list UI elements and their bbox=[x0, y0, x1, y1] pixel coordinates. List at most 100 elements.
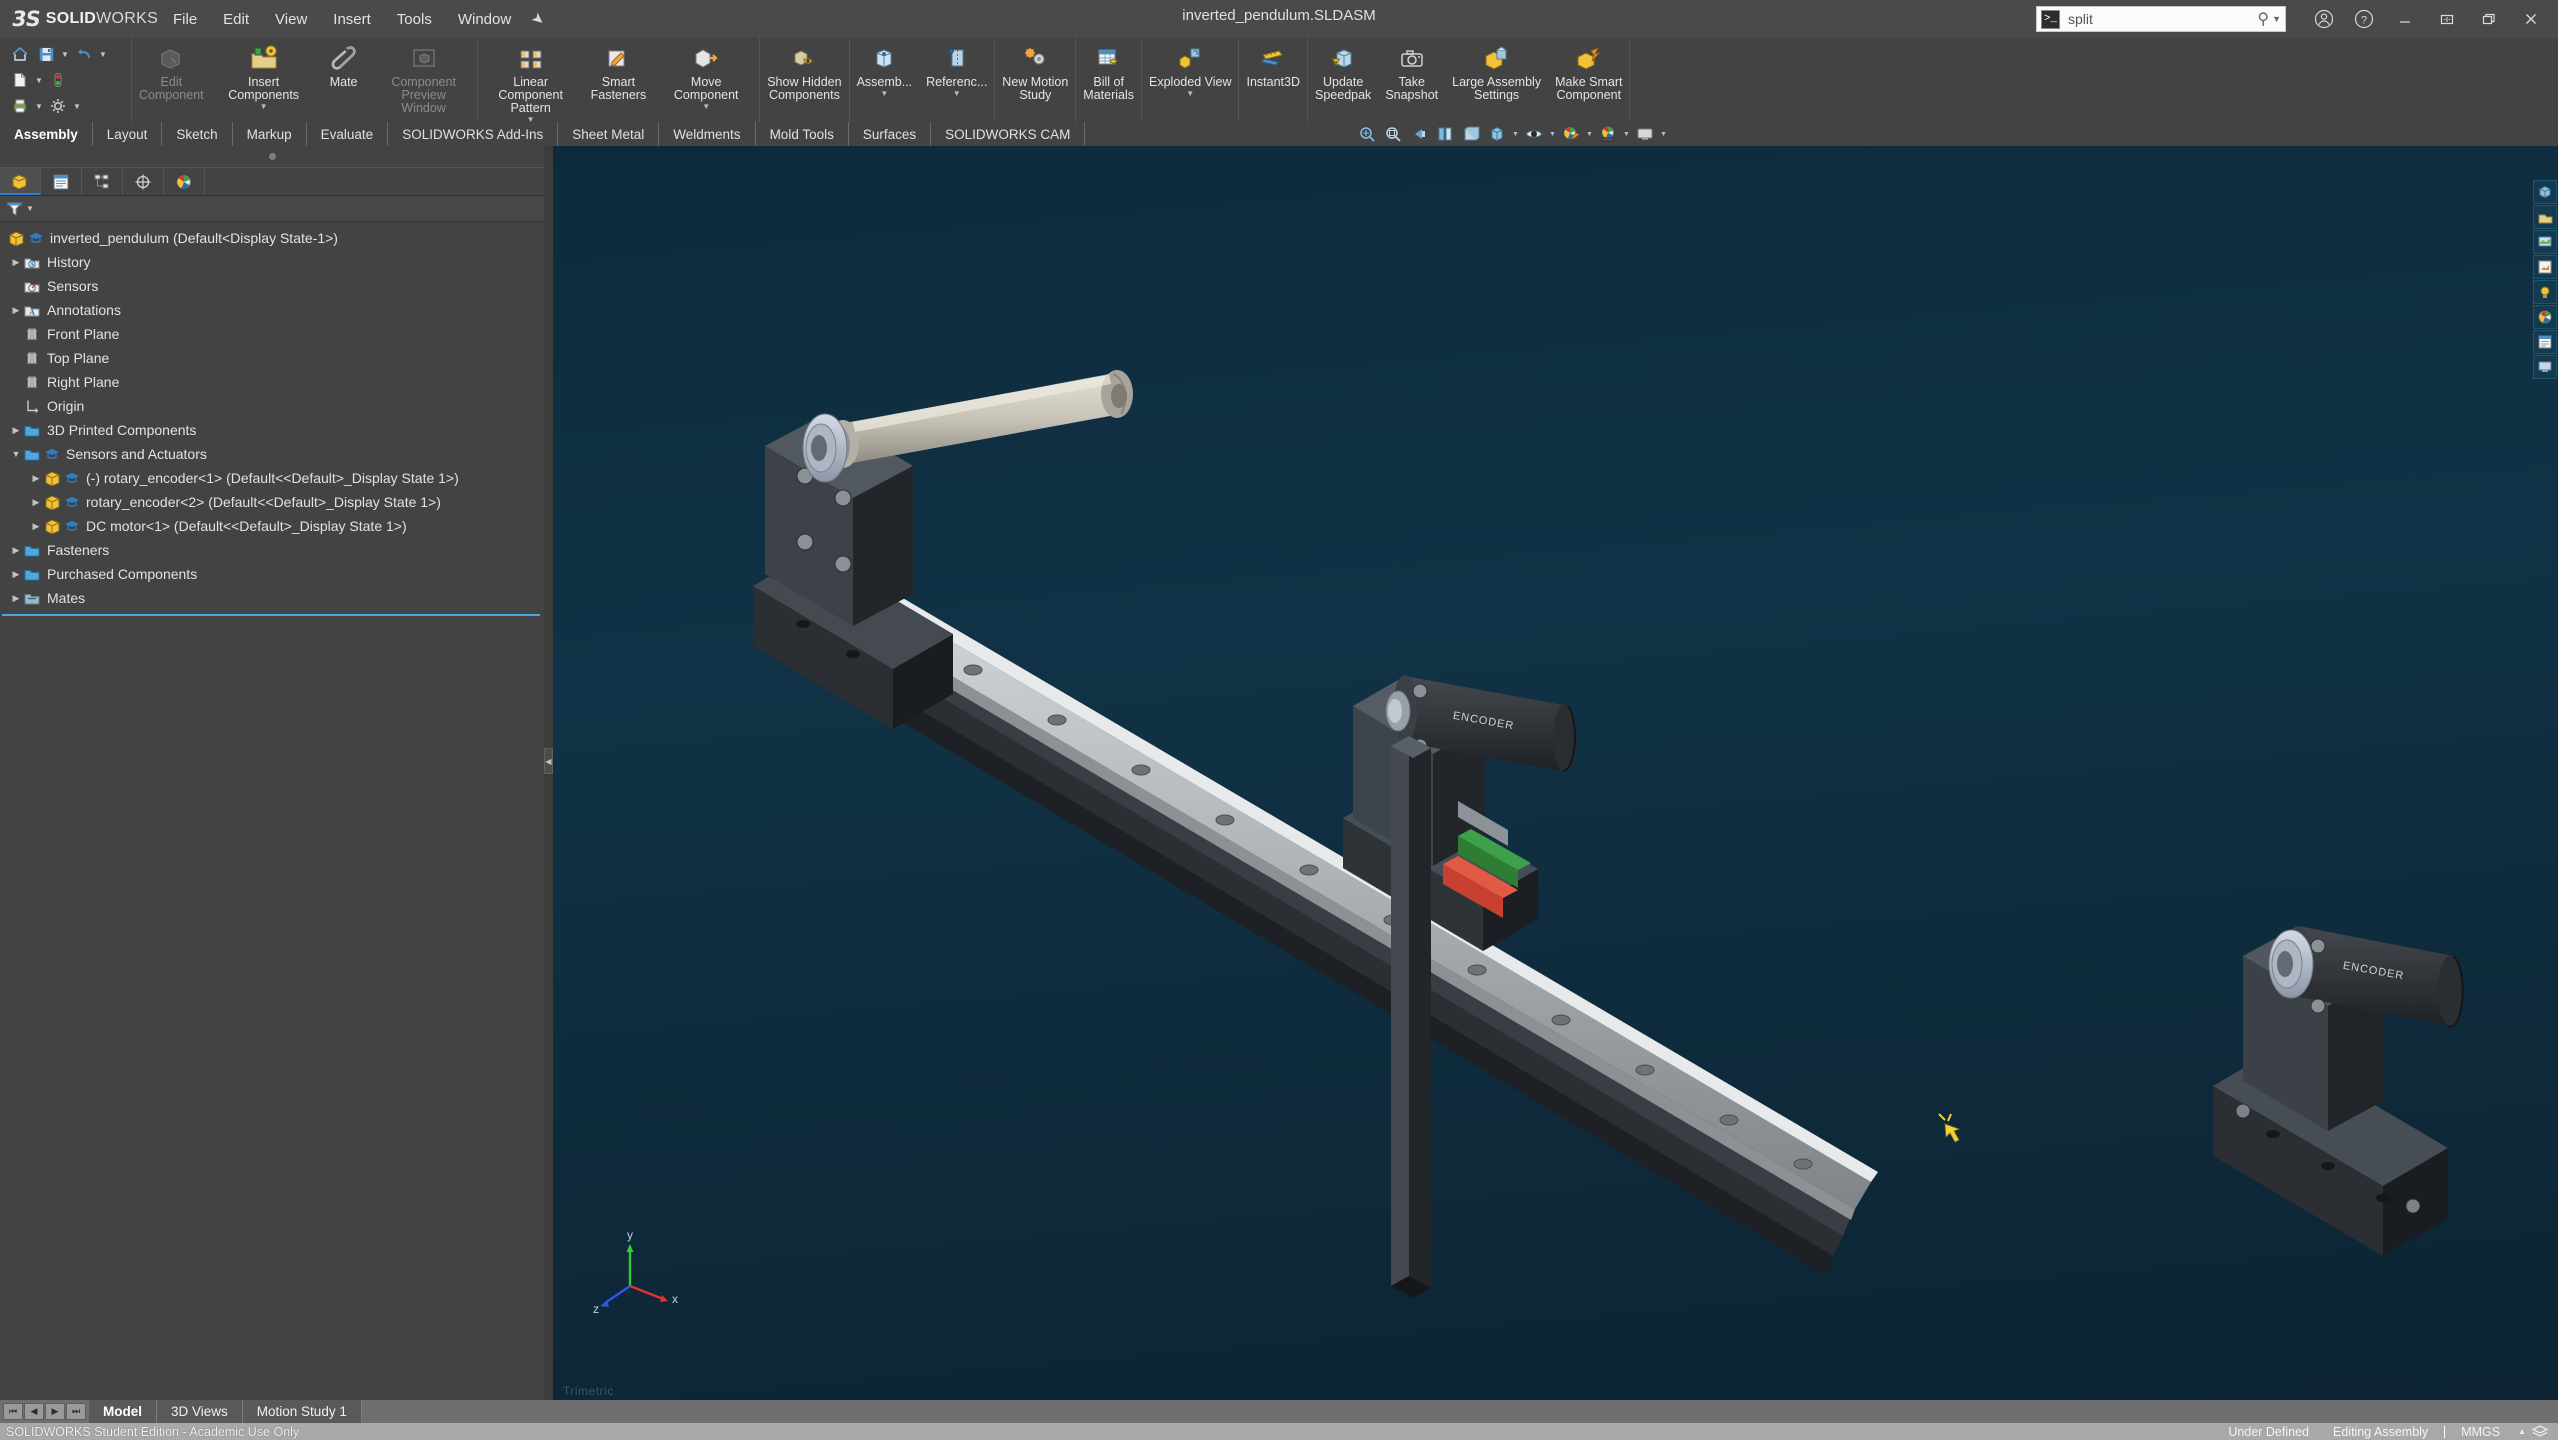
menu-view[interactable]: View bbox=[262, 7, 320, 32]
edit-component-button[interactable]: Edit Component bbox=[132, 40, 211, 102]
property-manager-tab[interactable] bbox=[41, 168, 82, 195]
options-dropdown-caret[interactable]: ▼ bbox=[72, 102, 82, 111]
bottom-tab-3d-views[interactable]: 3D Views bbox=[157, 1400, 243, 1423]
search-box[interactable]: >_ ⚲ ▼ bbox=[2036, 6, 2286, 32]
graphics-area[interactable]: ENCODER ENCODER y x z Trimetric bbox=[553, 146, 2558, 1400]
previous-tab-button[interactable]: ◀ bbox=[24, 1403, 44, 1420]
tab-mold-tools[interactable]: Mold Tools bbox=[756, 122, 849, 146]
reference-geometry-button[interactable]: Referenc... ▼ bbox=[919, 40, 994, 98]
search-icon[interactable]: ⚲ bbox=[2257, 9, 2269, 29]
tab-sheet-metal[interactable]: Sheet Metal bbox=[558, 122, 660, 146]
tree-item-top-plane[interactable]: ▶ Top Plane bbox=[0, 346, 544, 370]
filter-dropdown-caret[interactable]: ▼ bbox=[26, 204, 34, 213]
search-input[interactable] bbox=[2060, 11, 2258, 27]
appearances-rail-icon[interactable] bbox=[2533, 205, 2557, 229]
last-tab-button[interactable]: ⏭ bbox=[66, 1403, 86, 1420]
filter-icon[interactable] bbox=[6, 201, 23, 217]
move-component-caret[interactable]: ▼ bbox=[702, 103, 710, 111]
configuration-manager-tab[interactable] bbox=[82, 168, 123, 195]
tab-solidworks-cam[interactable]: SOLIDWORKS CAM bbox=[931, 122, 1086, 146]
options-button[interactable] bbox=[46, 95, 70, 118]
first-tab-button[interactable]: ⏮ bbox=[3, 1403, 23, 1420]
assembly-features-button[interactable]: Assemb... ▼ bbox=[850, 40, 920, 98]
bill-of-materials-button[interactable]: Bill of Materials bbox=[1076, 40, 1141, 102]
smart-fasteners-button[interactable]: Smart Fasteners bbox=[584, 40, 654, 102]
overlay-icon[interactable] bbox=[2532, 1424, 2552, 1439]
new-motion-study-button[interactable]: New Motion Study bbox=[995, 40, 1075, 102]
display-manager-tab[interactable] bbox=[164, 168, 205, 195]
rebuild-button[interactable] bbox=[46, 69, 70, 92]
display-style-icon[interactable] bbox=[1485, 123, 1509, 145]
insert-components-caret[interactable]: ▼ bbox=[260, 103, 268, 111]
panel-collapse-handle[interactable] bbox=[0, 146, 544, 168]
section-view-icon[interactable] bbox=[1433, 123, 1457, 145]
chevron-right-icon[interactable]: ▶ bbox=[8, 545, 24, 556]
tab-sketch[interactable]: Sketch bbox=[162, 122, 233, 146]
exploded-view-caret[interactable]: ▼ bbox=[1186, 90, 1194, 98]
tree-item-sensors-and-actuators[interactable]: ▼ Sensors and Actuators bbox=[0, 442, 544, 466]
tab-layout[interactable]: Layout bbox=[93, 122, 163, 146]
view-settings-icon[interactable] bbox=[1633, 123, 1657, 145]
edit-appearance-caret[interactable]: ▼ bbox=[1585, 131, 1594, 138]
tab-surfaces[interactable]: Surfaces bbox=[849, 122, 932, 146]
print-button[interactable] bbox=[8, 95, 32, 118]
show-hidden-components-button[interactable]: Show Hidden Components bbox=[760, 40, 848, 102]
chevron-up-icon[interactable]: ▲ bbox=[2512, 1427, 2532, 1436]
dimxpert-manager-tab[interactable] bbox=[123, 168, 164, 195]
custom-view-rail-icon[interactable] bbox=[2533, 355, 2557, 379]
menu-tools[interactable]: Tools bbox=[384, 7, 445, 32]
panel-splitter-handle[interactable]: ◀ bbox=[544, 748, 553, 774]
save-button[interactable] bbox=[34, 43, 58, 66]
chevron-right-icon[interactable]: ▶ bbox=[28, 521, 44, 532]
update-speedpak-button[interactable]: Update Speedpak bbox=[1308, 40, 1378, 102]
hide-show-items-caret[interactable]: ▼ bbox=[1548, 131, 1557, 138]
take-snapshot-button[interactable]: Take Snapshot bbox=[1378, 40, 1445, 102]
tab-assembly[interactable]: Assembly bbox=[0, 122, 93, 146]
apply-scene-caret[interactable]: ▼ bbox=[1622, 131, 1631, 138]
chevron-right-icon[interactable]: ▶ bbox=[28, 473, 44, 484]
tree-item-dc-motor-1[interactable]: ▶ DC motor<1> (Default<<Default>_Display… bbox=[0, 514, 544, 538]
tab-weldments[interactable]: Weldments bbox=[659, 122, 756, 146]
bottom-tab-model[interactable]: Model bbox=[89, 1400, 157, 1423]
save-dropdown-caret[interactable]: ▼ bbox=[60, 50, 70, 59]
tree-item-mates[interactable]: ▶ Mates bbox=[0, 586, 544, 610]
decals-rail-icon[interactable] bbox=[2533, 255, 2557, 279]
zoom-to-fit-icon[interactable] bbox=[1355, 123, 1379, 145]
help-icon[interactable]: ? bbox=[2344, 0, 2384, 38]
close-button[interactable] bbox=[2510, 0, 2552, 38]
tree-item-purchased-components[interactable]: ▶ Purchased Components bbox=[0, 562, 544, 586]
tree-item-sensors[interactable]: ▶ Sensors bbox=[0, 274, 544, 298]
minimize-button[interactable] bbox=[2384, 0, 2426, 38]
view-orientation-icon[interactable] bbox=[1459, 123, 1483, 145]
display-style-caret[interactable]: ▼ bbox=[1511, 131, 1520, 138]
new-document-button[interactable] bbox=[8, 69, 32, 92]
zoom-to-area-icon[interactable] bbox=[1381, 123, 1405, 145]
view-settings-caret[interactable]: ▼ bbox=[1659, 131, 1668, 138]
tree-item-annotations[interactable]: ▶ A Annotations bbox=[0, 298, 544, 322]
tree-item-assembly-root[interactable]: inverted_pendulum (Default<Display State… bbox=[0, 226, 544, 250]
chevron-down-icon[interactable]: ▼ bbox=[2272, 14, 2281, 24]
chevron-right-icon[interactable]: ▶ bbox=[8, 593, 24, 604]
menu-insert[interactable]: Insert bbox=[320, 7, 384, 32]
home-button[interactable] bbox=[8, 43, 32, 66]
new-document-caret[interactable]: ▼ bbox=[34, 76, 44, 85]
display-states-rail-icon[interactable] bbox=[2533, 330, 2557, 354]
feature-manager-tab[interactable] bbox=[0, 168, 41, 195]
next-tab-button[interactable]: ▶ bbox=[45, 1403, 65, 1420]
assembly-model-view[interactable]: ENCODER ENCODER y x z bbox=[553, 146, 2558, 1400]
tree-item-fasteners[interactable]: ▶ Fasteners bbox=[0, 538, 544, 562]
restore-split-button[interactable] bbox=[2426, 0, 2468, 38]
maximize-button[interactable] bbox=[2468, 0, 2510, 38]
tree-item-history[interactable]: ▶ History bbox=[0, 250, 544, 274]
instant3d-button[interactable]: Instant3D bbox=[1239, 40, 1307, 89]
apply-scene-icon[interactable] bbox=[1596, 123, 1620, 145]
account-icon[interactable] bbox=[2304, 0, 2344, 38]
tree-item-right-plane[interactable]: ▶ Right Plane bbox=[0, 370, 544, 394]
assembly-features-caret[interactable]: ▼ bbox=[880, 90, 888, 98]
reference-geometry-caret[interactable]: ▼ bbox=[953, 90, 961, 98]
menu-window[interactable]: Window bbox=[445, 7, 524, 32]
scenes-rail-icon[interactable] bbox=[2533, 230, 2557, 254]
chevron-right-icon[interactable]: ▶ bbox=[8, 305, 24, 316]
tree-filter-bar[interactable]: ▼ bbox=[0, 196, 544, 222]
status-units[interactable]: MMGS bbox=[2449, 1425, 2512, 1439]
